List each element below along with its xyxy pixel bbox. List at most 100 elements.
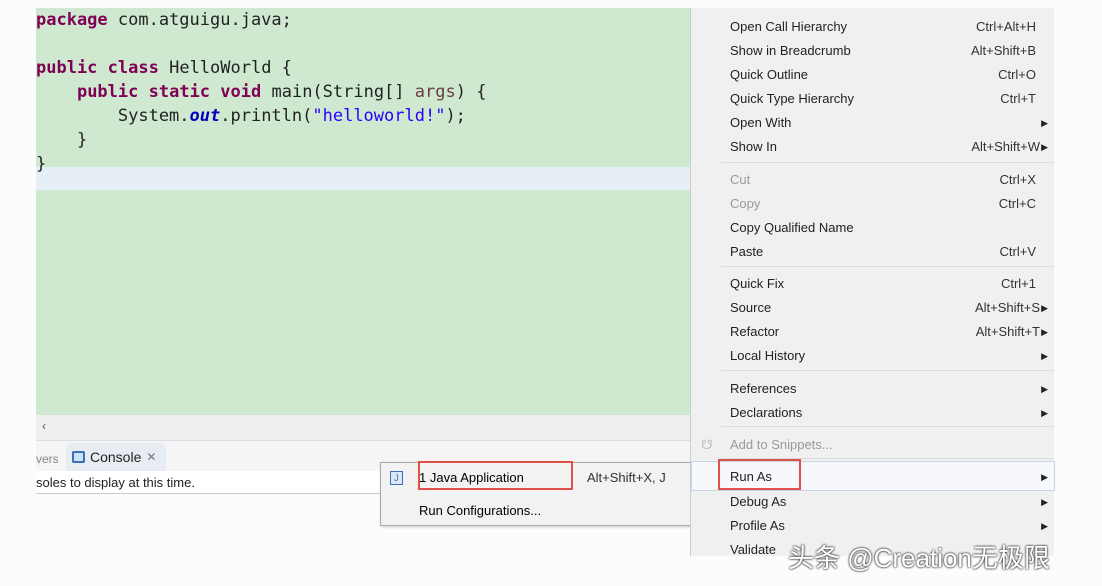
- menu-item-shortcut: Ctrl+X: [999, 172, 1036, 187]
- menu-separator: [721, 426, 1054, 427]
- submenu-arrow-icon: ▶: [1041, 521, 1048, 531]
- menu-item-source[interactable]: Source Alt+Shift+S ▶: [691, 297, 1054, 319]
- code-token: System.: [36, 106, 190, 126]
- menu-item-debug-as[interactable]: Debug As ▶: [691, 491, 1054, 513]
- menu-item-shortcut: Alt+Shift+W: [971, 139, 1040, 154]
- menu-item-shortcut: Ctrl+C: [998, 196, 1036, 211]
- code-token: void: [220, 82, 262, 102]
- menu-item-label: Source: [730, 300, 772, 315]
- menu-item-label: Run Configurations...: [419, 503, 542, 518]
- code-editor[interactable]: package com.atguigu.java; public class He…: [36, 8, 690, 415]
- scroll-left-icon[interactable]: ‹: [42, 419, 46, 433]
- menu-item-label: Profile As: [730, 518, 785, 533]
- code-line: System.out.println("helloworld!");: [36, 104, 466, 128]
- menu-item-label: Paste: [730, 244, 764, 259]
- menu-item-open-call-hierarchy[interactable]: Open Call Hierarchy Ctrl+Alt+H: [691, 16, 1054, 38]
- menu-separator: [721, 370, 1054, 371]
- tab-previous[interactable]: vers: [36, 452, 59, 466]
- menu-item-label: Debug As: [730, 494, 787, 509]
- current-line-highlight: [36, 167, 690, 190]
- menu-item-label: Cut: [730, 172, 751, 187]
- code-token: }: [36, 154, 47, 174]
- menu-item-add-to-snippets[interactable]: Add to Snippets... ☋: [691, 434, 1054, 456]
- code-token: args: [414, 82, 456, 102]
- menu-item-shortcut: Alt+Shift+T: [975, 324, 1040, 339]
- submenu-arrow-icon: ▶: [1041, 408, 1048, 418]
- menu-item-show-in[interactable]: Show In Alt+Shift+W ▶: [691, 136, 1054, 158]
- menu-item-paste[interactable]: Paste Ctrl+V: [691, 241, 1054, 263]
- close-icon[interactable]: ✕: [146, 450, 156, 464]
- menu-item-label: Refactor: [730, 324, 780, 339]
- console-tab-label: Console: [90, 449, 142, 465]
- menu-item-label: Declarations: [730, 405, 803, 420]
- menu-item-label: Quick Outline: [730, 67, 809, 82]
- code-line: }: [36, 152, 46, 176]
- java-app-icon: J: [390, 471, 403, 485]
- menu-separator: [721, 266, 1054, 267]
- code-line: public class HelloWorld {: [36, 56, 292, 80]
- console-message: soles to display at this time.: [36, 475, 195, 490]
- menu-item-label: Copy Qualified Name: [730, 220, 854, 235]
- menu-item-references[interactable]: References ▶: [691, 378, 1054, 400]
- code-line: package com.atguigu.java;: [36, 8, 292, 32]
- menu-item-declarations[interactable]: Declarations ▶: [691, 402, 1054, 424]
- submenu-arrow-icon: ▶: [1041, 303, 1048, 313]
- annotation-box-java-application: [418, 461, 573, 490]
- menu-item-label: Validate: [730, 542, 777, 557]
- menu-item-quick-outline[interactable]: Quick Outline Ctrl+O: [691, 64, 1054, 86]
- menu-item-label: Show in Breadcrumb: [730, 43, 851, 58]
- menu-item-label: Show In: [730, 139, 777, 154]
- menu-item-shortcut: Ctrl+V: [999, 244, 1036, 259]
- submenu-arrow-icon: ▶: [1041, 351, 1048, 361]
- horizontal-scrollbar[interactable]: ‹: [36, 415, 690, 441]
- menu-item-label: References: [730, 381, 797, 396]
- menu-item-shortcut: Ctrl+1: [1000, 276, 1036, 291]
- code-token: "helloworld!": [312, 106, 446, 126]
- menu-item-quick-fix[interactable]: Quick Fix Ctrl+1: [691, 273, 1054, 295]
- code-token: out: [189, 106, 221, 126]
- submenu-arrow-icon: ▶: [1041, 384, 1048, 394]
- code-line: }: [36, 128, 87, 152]
- submenu-arrow-icon: ▶: [1041, 327, 1048, 337]
- code-token: public: [76, 82, 139, 102]
- menu-item-shortcut: Ctrl+O: [998, 67, 1036, 82]
- menu-item-show-in-breadcrumb[interactable]: Show in Breadcrumb Alt+Shift+B: [691, 40, 1054, 62]
- menu-item-profile-as[interactable]: Profile As ▶: [691, 515, 1054, 537]
- console-icon: [72, 451, 85, 463]
- submenu-arrow-icon: ▶: [1041, 142, 1048, 152]
- code-token: );: [445, 106, 466, 126]
- menu-item-cut[interactable]: Cut Ctrl+X: [691, 169, 1054, 191]
- tab-console[interactable]: Console ✕: [66, 443, 167, 471]
- code-token: ) {: [455, 82, 487, 102]
- menu-item-refactor[interactable]: Refactor Alt+Shift+T ▶: [691, 321, 1054, 343]
- code-token: package: [36, 10, 108, 30]
- menu-item-label: Add to Snippets...: [730, 437, 833, 452]
- menu-item-quick-type-hierarchy[interactable]: Quick Type Hierarchy Ctrl+T: [691, 88, 1054, 110]
- menu-item-label: Quick Type Hierarchy: [730, 91, 855, 106]
- code-token: }: [36, 130, 88, 150]
- menu-item-copy-qualified-name[interactable]: Copy Qualified Name: [691, 217, 1054, 239]
- menu-item-copy[interactable]: Copy Ctrl+C: [691, 193, 1054, 215]
- watermark: 头条 @Creation无极限: [788, 543, 1050, 573]
- code-token: .println(: [220, 106, 313, 126]
- submenu-arrow-icon: ▶: [1041, 497, 1048, 507]
- menu-item-shortcut: Alt+Shift+S: [974, 300, 1040, 315]
- menu-item-shortcut: Ctrl+T: [1000, 91, 1036, 106]
- code-token: main(String[]: [261, 82, 415, 102]
- menu-item-shortcut: Ctrl+Alt+H: [976, 19, 1036, 34]
- menu-item-local-history[interactable]: Local History ▶: [691, 345, 1054, 367]
- code-token: com.atguigu.java;: [107, 10, 292, 30]
- menu-item-shortcut: Alt+Shift+B: [970, 43, 1036, 58]
- menu-item-run-configurations[interactable]: Run Configurations...: [419, 500, 541, 522]
- menu-item-open-with[interactable]: Open With ▶: [691, 112, 1054, 134]
- code-line: public static void main(String[] args) {: [36, 80, 487, 104]
- menu-item-shortcut: Alt+Shift+X, J: [587, 470, 666, 485]
- menu-item-label: Local History: [730, 348, 806, 363]
- menu-item-label: Quick Fix: [730, 276, 785, 291]
- code-token: public: [36, 58, 98, 78]
- menu-item-label: Open With: [730, 115, 792, 130]
